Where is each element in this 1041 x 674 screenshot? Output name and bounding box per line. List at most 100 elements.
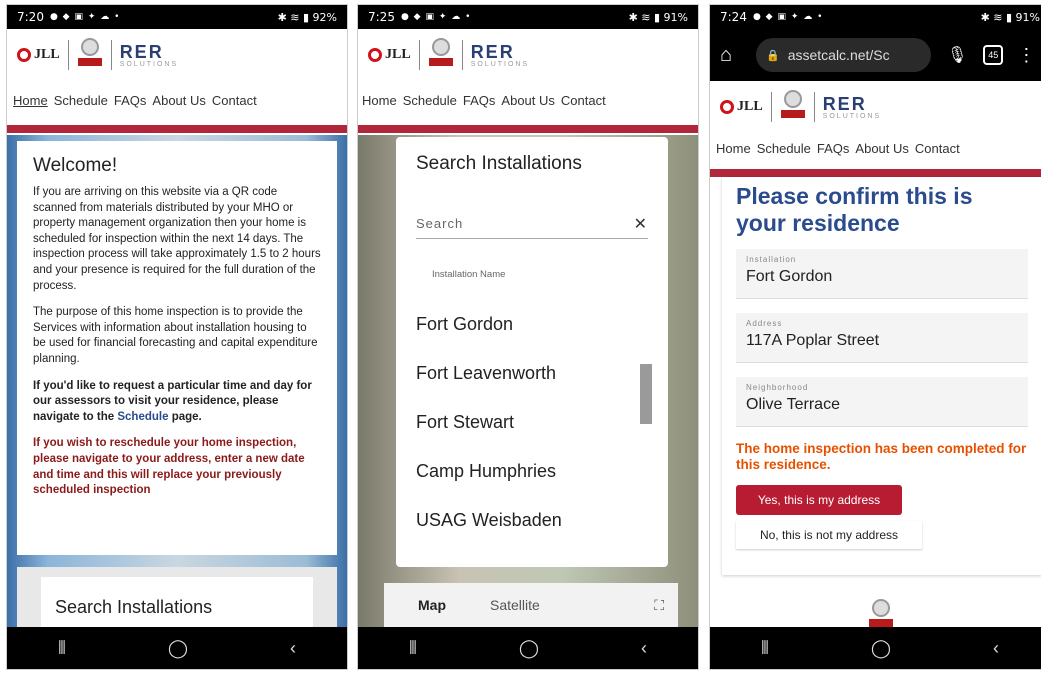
nav-home[interactable]: Home bbox=[13, 93, 48, 108]
logo-divider bbox=[110, 40, 112, 70]
confirm-address-button[interactable]: Yes, this is my address bbox=[736, 485, 902, 515]
logo-row: JLL RER SOLUTIONS bbox=[358, 29, 698, 81]
logo-divider bbox=[67, 40, 69, 70]
browser-url-bar: ⌂ 🔒 assetcalc.net/Sc 🎙 45 ⋮ bbox=[710, 29, 1041, 81]
status-time: 7:24 bbox=[720, 10, 747, 24]
battery-level: ✱ ≋ ▮ 91% bbox=[980, 10, 1040, 24]
nav-faqs[interactable]: FAQs bbox=[463, 93, 496, 108]
rer-logo: RER SOLUTIONS bbox=[822, 93, 882, 120]
recents-icon[interactable]: ⦀ bbox=[58, 638, 66, 659]
column-header: Installation Name bbox=[432, 269, 506, 280]
home-button-icon[interactable]: ◯ bbox=[871, 638, 891, 659]
main-nav: Home Schedule FAQs About Us Contact bbox=[710, 131, 1041, 165]
reschedule-paragraph: If you wish to reschedule your home insp… bbox=[33, 437, 305, 497]
nav-about[interactable]: About Us bbox=[152, 93, 205, 108]
confirm-residence-card: Please confirm this is your residence In… bbox=[722, 177, 1041, 575]
lock-icon: 🔒 bbox=[766, 49, 780, 62]
installation-field: Installation Fort Gordon bbox=[736, 249, 1028, 299]
search-placeholder: Search bbox=[416, 216, 464, 231]
list-scrollbar[interactable] bbox=[640, 364, 652, 424]
home-button-icon[interactable]: ◯ bbox=[519, 638, 539, 659]
field-value: Fort Gordon bbox=[746, 268, 833, 285]
status-bar: 7:20 ● ◆ ▣ ✦ ☁ • ✱ ≋ ▮ 92% bbox=[7, 5, 347, 29]
nav-contact[interactable]: Contact bbox=[915, 141, 960, 156]
phone-screen-welcome: 7:20 ● ◆ ▣ ✦ ☁ • ✱ ≋ ▮ 92% JLL RER SOLUTI… bbox=[6, 4, 348, 670]
satellite-tab[interactable]: Satellite bbox=[490, 597, 540, 613]
url-text: assetcalc.net/Sc bbox=[787, 47, 890, 63]
rer-logo: RER SOLUTIONS bbox=[470, 41, 530, 68]
tab-count[interactable]: 45 bbox=[983, 45, 1004, 65]
status-bar: 7:25 ● ◆ ▣ ✦ ☁ • ✱ ≋ ▮ 91% bbox=[358, 5, 698, 29]
recents-icon[interactable]: ⦀ bbox=[409, 638, 417, 659]
android-nav-bar: ⦀ ◯ ‹ bbox=[710, 627, 1041, 669]
nav-about[interactable]: About Us bbox=[855, 141, 908, 156]
welcome-paragraph: If you are arriving on this website via … bbox=[33, 186, 321, 292]
nav-about[interactable]: About Us bbox=[501, 93, 554, 108]
home-button-icon[interactable]: ◯ bbox=[168, 638, 188, 659]
nav-home[interactable]: Home bbox=[716, 141, 751, 156]
back-icon[interactable]: ‹ bbox=[641, 638, 647, 659]
status-bar: 7:24 ● ◆ ▣ ✦ ☁ • ✱ ≋ ▮ 91% bbox=[710, 5, 1041, 29]
more-options-icon[interactable]: ⋮ bbox=[1017, 45, 1035, 66]
panel-title: Search Installations bbox=[416, 153, 582, 174]
schedule-link[interactable]: Schedule bbox=[117, 411, 168, 423]
header-divider bbox=[710, 169, 1041, 177]
main-nav: Home Schedule FAQs About Us Contact bbox=[7, 83, 347, 117]
logo-row: JLL RER SOLUTIONS bbox=[710, 81, 1041, 133]
status-time: 7:25 bbox=[368, 10, 395, 24]
list-item[interactable]: Fort Leavenworth bbox=[416, 363, 648, 412]
nav-faqs[interactable]: FAQs bbox=[114, 93, 147, 108]
search-installations-panel: Search Installations Search ✕ Installati… bbox=[396, 137, 668, 567]
jll-mark-icon bbox=[17, 48, 31, 62]
back-icon[interactable]: ‹ bbox=[290, 638, 296, 659]
recents-icon[interactable]: ⦀ bbox=[761, 638, 769, 659]
battery-level: ✱ ≋ ▮ 91% bbox=[628, 10, 688, 24]
logo-divider bbox=[770, 92, 772, 122]
logo-divider bbox=[461, 40, 463, 70]
logo-divider bbox=[813, 92, 815, 122]
neighborhood-field: Neighborhood Olive Terrace bbox=[736, 377, 1028, 427]
list-item[interactable]: USAG Weisbaden bbox=[416, 510, 648, 559]
field-value: Olive Terrace bbox=[746, 396, 840, 413]
phone-screen-confirm: 7:24 ● ◆ ▣ ✦ ☁ • ✱ ≋ ▮ 91% ⌂ 🔒 assetcalc… bbox=[709, 4, 1041, 670]
map-type-toggle: Map Satellite ⛶ bbox=[384, 583, 678, 627]
android-nav-bar: ⦀ ◯ ‹ bbox=[358, 627, 698, 669]
logo-divider bbox=[418, 40, 420, 70]
jll-logo: JLL bbox=[17, 47, 60, 63]
reject-address-button[interactable]: No, this is not my address bbox=[736, 521, 922, 549]
main-nav: Home Schedule FAQs About Us Contact bbox=[358, 83, 698, 117]
back-icon[interactable]: ‹ bbox=[993, 638, 999, 659]
mic-icon[interactable]: 🎙 bbox=[947, 45, 967, 65]
map-tab[interactable]: Map bbox=[418, 597, 446, 613]
jll-logo: JLL bbox=[368, 47, 411, 63]
fullscreen-icon[interactable]: ⛶ bbox=[654, 597, 664, 614]
nav-schedule[interactable]: Schedule bbox=[54, 93, 108, 108]
nav-schedule[interactable]: Schedule bbox=[757, 141, 811, 156]
nav-contact[interactable]: Contact bbox=[212, 93, 257, 108]
schedule-paragraph: If you'd like to request a particular ti… bbox=[33, 379, 312, 423]
battery-level: ✱ ≋ ▮ 92% bbox=[277, 10, 337, 24]
welcome-card: Welcome! If you are arriving on this web… bbox=[17, 141, 337, 555]
field-label: Address bbox=[746, 319, 783, 328]
seal-logo bbox=[77, 38, 103, 72]
inspection-completed-message: The home inspection has been completed f… bbox=[736, 441, 1027, 472]
nav-schedule[interactable]: Schedule bbox=[403, 93, 457, 108]
android-nav-bar: ⦀ ◯ ‹ bbox=[7, 627, 347, 669]
rer-logo: RER SOLUTIONS bbox=[119, 41, 179, 68]
jll-logo: JLL bbox=[720, 99, 763, 115]
address-field: Address 117A Poplar Street bbox=[736, 313, 1028, 363]
nav-faqs[interactable]: FAQs bbox=[817, 141, 850, 156]
header-divider bbox=[7, 125, 347, 133]
seal-logo bbox=[428, 38, 454, 72]
list-item[interactable]: Fort Gordon bbox=[416, 314, 648, 363]
nav-home[interactable]: Home bbox=[362, 93, 397, 108]
home-icon[interactable]: ⌂ bbox=[720, 44, 746, 67]
search-input[interactable]: Search ✕ bbox=[416, 209, 648, 239]
list-item[interactable]: Fort Stewart bbox=[416, 412, 648, 461]
jll-mark-icon bbox=[368, 48, 382, 62]
address-bar[interactable]: 🔒 assetcalc.net/Sc bbox=[756, 38, 931, 72]
field-value: 117A Poplar Street bbox=[746, 332, 880, 349]
clear-icon[interactable]: ✕ bbox=[634, 214, 648, 234]
list-item[interactable]: Camp Humphries bbox=[416, 461, 648, 510]
nav-contact[interactable]: Contact bbox=[561, 93, 606, 108]
